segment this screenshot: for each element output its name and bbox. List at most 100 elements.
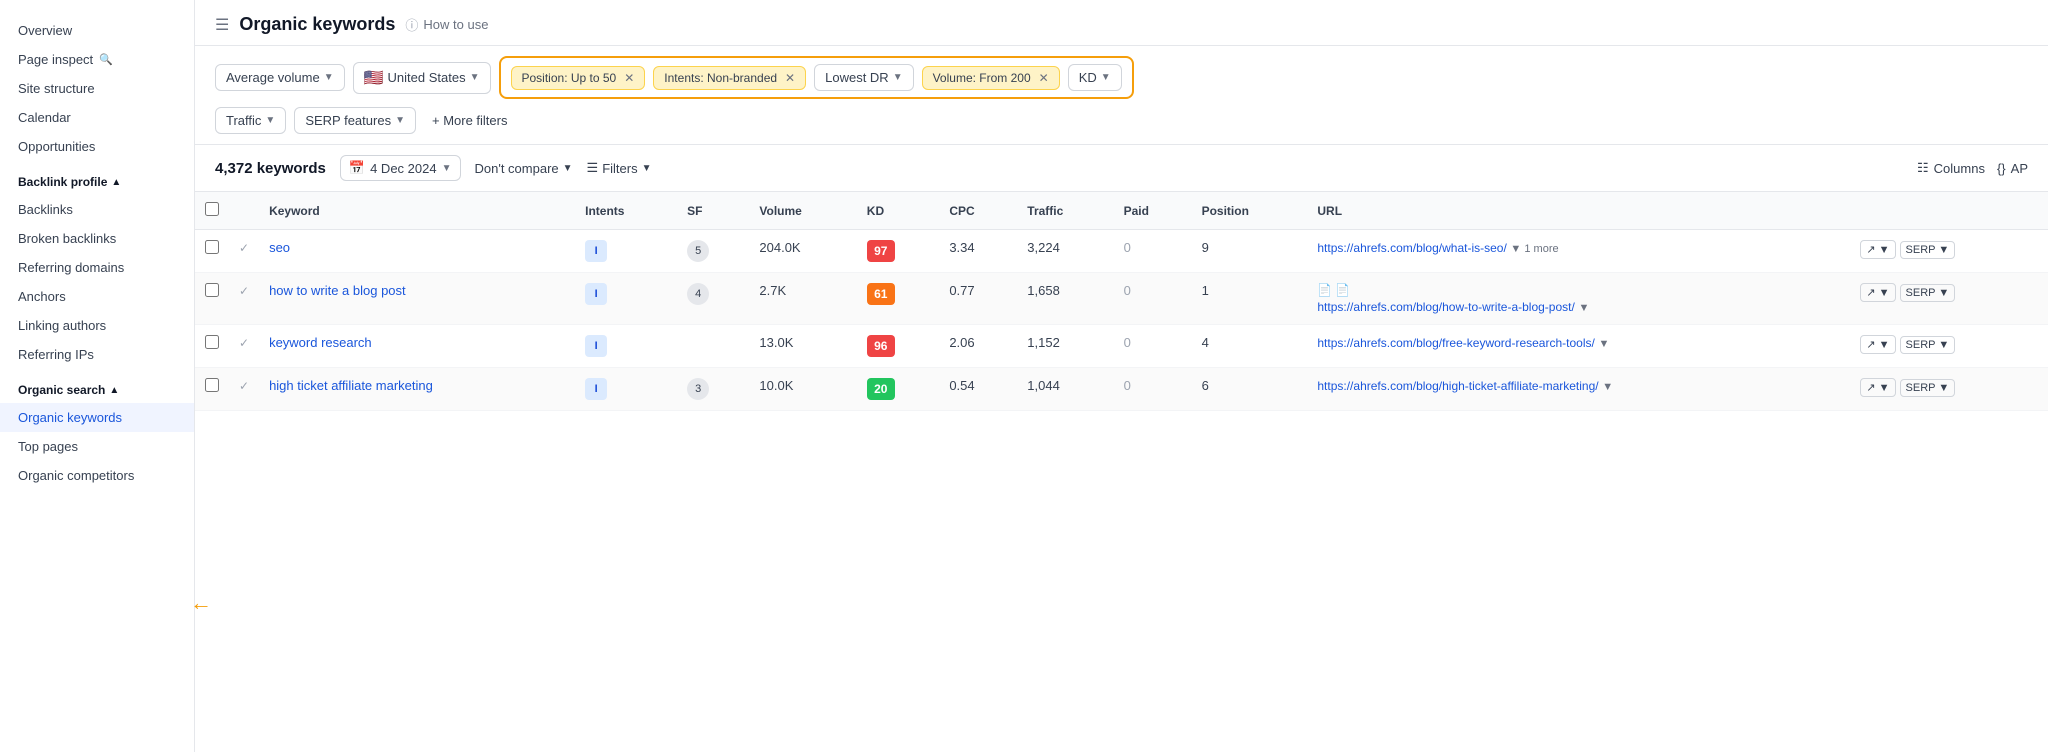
- more-filters-button[interactable]: + More filters: [424, 108, 516, 133]
- keyword-link[interactable]: how to write a blog post: [269, 283, 406, 298]
- sidebar-item-calendar[interactable]: Calendar: [0, 103, 194, 132]
- position-chip-close[interactable]: ✕: [624, 71, 634, 85]
- row-url-cell: https://ahrefs.com/blog/high-ticket-affi…: [1307, 368, 1850, 411]
- trend-button[interactable]: ↗ ▼: [1860, 283, 1895, 302]
- volume-filter-chip[interactable]: Volume: From 200 ✕: [922, 66, 1060, 90]
- sidebar-item-organic-competitors[interactable]: Organic competitors: [0, 461, 194, 490]
- api-button[interactable]: {} AP: [1997, 161, 2028, 176]
- sidebar-item-linking-authors[interactable]: Linking authors: [0, 311, 194, 340]
- sidebar-item-site-structure[interactable]: Site structure: [0, 74, 194, 103]
- row-actions-cell: ↗ ▼ SERP ▼: [1850, 368, 2048, 411]
- row-keyword-cell: seo: [259, 230, 575, 273]
- page-header: ☰ Organic keywords ⓘ How to use: [195, 0, 2048, 46]
- url-link[interactable]: https://ahrefs.com/blog/how-to-write-a-b…: [1317, 300, 1574, 314]
- header-paid: Paid: [1114, 192, 1192, 230]
- volume-chip-close[interactable]: ✕: [1039, 71, 1049, 85]
- sidebar-item-broken-backlinks[interactable]: Broken backlinks: [0, 224, 194, 253]
- keyword-link[interactable]: high ticket affiliate marketing: [269, 378, 433, 393]
- columns-button[interactable]: ☷ Columns: [1917, 160, 1985, 176]
- flag-icon: 🇺🇸: [364, 68, 384, 88]
- date-picker[interactable]: 📅 4 Dec 2024 ▼: [340, 155, 461, 181]
- volume-value: 204.0K: [759, 240, 800, 255]
- row-volume-cell: 13.0K: [749, 325, 856, 368]
- sidebar-item-referring-ips[interactable]: Referring IPs: [0, 340, 194, 369]
- country-dropdown[interactable]: 🇺🇸 United States ▼: [353, 62, 491, 94]
- sidebar-item-organic-keywords[interactable]: Organic keywords: [0, 403, 194, 432]
- serp-features-dropdown[interactable]: SERP features ▼: [294, 107, 416, 134]
- search-icon: 🔍: [99, 53, 113, 66]
- sidebar-item-anchors[interactable]: Anchors: [0, 282, 194, 311]
- url-more[interactable]: ▼: [1578, 302, 1589, 314]
- avg-volume-dropdown[interactable]: Average volume ▼: [215, 64, 345, 91]
- header-checkbox-col: [195, 192, 229, 230]
- section-label: Backlink profile: [18, 175, 107, 189]
- row-checkmark-cell: ✓: [229, 325, 259, 368]
- url-link[interactable]: https://ahrefs.com/blog/free-keyword-res…: [1317, 336, 1594, 350]
- table-row: ✓keyword researchI13.0K962.061,15204http…: [195, 325, 2048, 368]
- row-checkbox-cell: [195, 273, 229, 325]
- lowest-dr-dropdown[interactable]: Lowest DR ▼: [814, 64, 913, 91]
- row-volume-cell: 204.0K: [749, 230, 856, 273]
- row-volume-cell: 10.0K: [749, 368, 856, 411]
- header-actions: [1850, 192, 2048, 230]
- sidebar-item-overview[interactable]: Overview: [0, 16, 194, 45]
- intents-chip-close[interactable]: ✕: [785, 71, 795, 85]
- row-checkbox[interactable]: [205, 283, 219, 297]
- chevron-down-icon: ▼: [1101, 72, 1111, 83]
- sidebar-label-overview: Overview: [18, 23, 72, 38]
- row-kd-cell: 20: [857, 368, 940, 411]
- volume-value: 13.0K: [759, 335, 793, 350]
- chevron-down-icon: ▼: [642, 163, 652, 174]
- stats-bar: 4,372 keywords 📅 4 Dec 2024 ▼ Don't comp…: [195, 145, 2048, 192]
- row-checkbox[interactable]: [205, 335, 219, 349]
- kd-badge: 96: [867, 335, 895, 357]
- table-row: ✓high ticket affiliate marketingI310.0K2…: [195, 368, 2048, 411]
- url-more[interactable]: ▼ 1 more: [1510, 243, 1558, 255]
- serp-button[interactable]: SERP ▼: [1900, 336, 1956, 354]
- table-row: ✓seoI5204.0K973.343,22409https://ahrefs.…: [195, 230, 2048, 273]
- position-filter-chip[interactable]: Position: Up to 50 ✕: [511, 66, 646, 90]
- trend-button[interactable]: ↗ ▼: [1860, 240, 1895, 259]
- filters-button[interactable]: ☰ Filters ▼: [587, 160, 652, 176]
- url-more[interactable]: ▼: [1602, 381, 1613, 393]
- sidebar-item-page-inspect[interactable]: Page inspect 🔍: [0, 45, 194, 74]
- row-sf-cell: [677, 325, 749, 368]
- dont-compare-button[interactable]: Don't compare ▼: [475, 161, 573, 176]
- trend-button[interactable]: ↗ ▼: [1860, 378, 1895, 397]
- kd-dropdown[interactable]: KD ▼: [1068, 64, 1122, 91]
- intents-filter-chip[interactable]: Intents: Non-branded ✕: [653, 66, 806, 90]
- sidebar-item-backlinks[interactable]: Backlinks: [0, 195, 194, 224]
- keyword-link[interactable]: keyword research: [269, 335, 372, 350]
- row-checkmark-cell: ✓: [229, 368, 259, 411]
- row-checkbox[interactable]: [205, 240, 219, 254]
- serp-button[interactable]: SERP ▼: [1900, 284, 1956, 302]
- sidebar-section-organic-search[interactable]: Organic search ▲: [0, 369, 194, 403]
- sidebar-item-opportunities[interactable]: Opportunities: [0, 132, 194, 161]
- serp-button[interactable]: SERP ▼: [1900, 241, 1956, 259]
- serp-button[interactable]: SERP ▼: [1900, 379, 1956, 397]
- sidebar-label-opportunities: Opportunities: [18, 139, 95, 154]
- how-to-use-button[interactable]: ⓘ How to use: [405, 15, 488, 34]
- row-intent-cell: I: [575, 273, 677, 325]
- sidebar-item-top-pages[interactable]: Top pages: [0, 432, 194, 461]
- url-more[interactable]: ▼: [1598, 338, 1609, 350]
- url-link[interactable]: https://ahrefs.com/blog/what-is-seo/: [1317, 241, 1506, 255]
- traffic-dropdown[interactable]: Traffic ▼: [215, 107, 286, 134]
- row-checkbox[interactable]: [205, 378, 219, 392]
- hamburger-icon[interactable]: ☰: [215, 15, 229, 35]
- row-checkmark-cell: ✓: [229, 230, 259, 273]
- header-sf: SF: [677, 192, 749, 230]
- sidebar-item-referring-domains[interactable]: Referring domains: [0, 253, 194, 282]
- table-header-row: Keyword Intents SF Volume KD CPC Traffic…: [195, 192, 2048, 230]
- url-link[interactable]: https://ahrefs.com/blog/high-ticket-affi…: [1317, 379, 1598, 393]
- keywords-count: 4,372 keywords: [215, 160, 326, 177]
- row-intent-cell: I: [575, 325, 677, 368]
- row-checkbox-cell: [195, 368, 229, 411]
- row-actions-cell: ↗ ▼ SERP ▼: [1850, 273, 2048, 325]
- row-sf-cell: 3: [677, 368, 749, 411]
- trend-button[interactable]: ↗ ▼: [1860, 335, 1895, 354]
- keyword-link[interactable]: seo: [269, 240, 290, 255]
- sidebar-section-backlink-profile[interactable]: Backlink profile ▲: [0, 161, 194, 195]
- select-all-checkbox[interactable]: [205, 202, 219, 216]
- row-intent-cell: I: [575, 230, 677, 273]
